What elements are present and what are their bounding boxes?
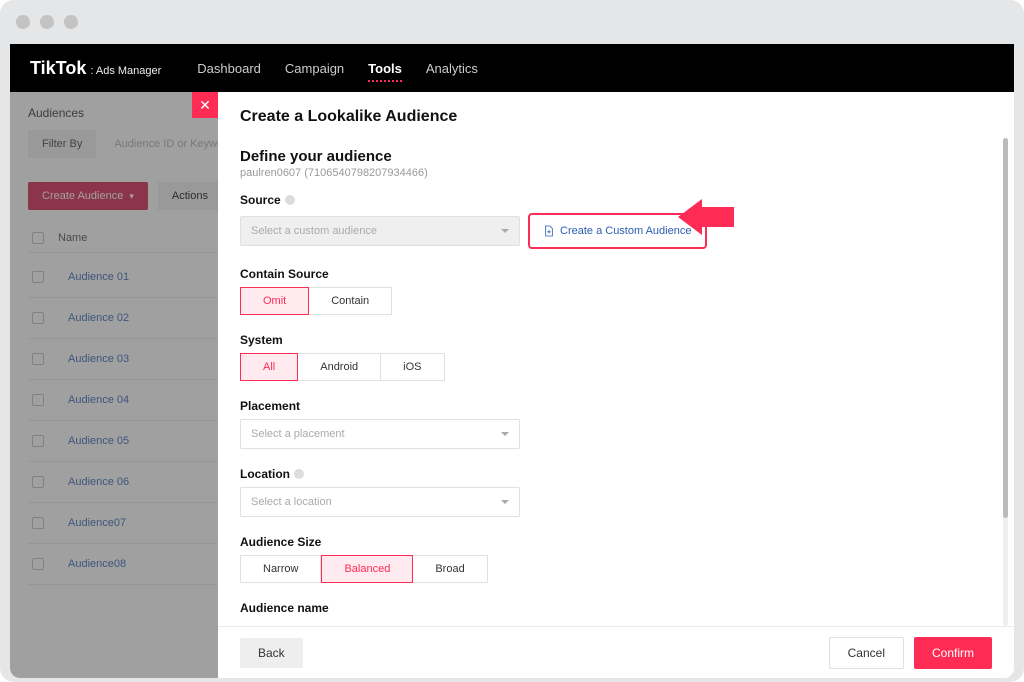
system-all-button[interactable]: All (240, 353, 298, 381)
traffic-maximize[interactable] (64, 15, 78, 29)
nav-dashboard[interactable]: Dashboard (197, 47, 261, 90)
callout-arrow-icon (678, 199, 734, 235)
location-select[interactable]: Select a location (240, 487, 520, 517)
scrollbar-thumb[interactable] (1003, 138, 1008, 518)
section-heading: Define your audience (240, 148, 992, 165)
system-label: System (240, 333, 992, 347)
source-select[interactable]: Select a custom audience (240, 216, 520, 246)
location-placeholder: Select a location (251, 496, 332, 508)
modal-title: Create a Lookalike Audience (218, 92, 1014, 138)
nav-tools[interactable]: Tools (368, 47, 402, 90)
cancel-button[interactable]: Cancel (829, 637, 904, 669)
contain-source-label: Contain Source (240, 267, 992, 281)
size-balanced-button[interactable]: Balanced (321, 555, 413, 583)
browser-titlebar (0, 0, 1024, 44)
traffic-minimize[interactable] (40, 15, 54, 29)
top-nav: TikTok : Ads Manager Dashboard Campaign … (10, 44, 1014, 92)
system-group: All Android iOS (240, 353, 992, 381)
source-row: Select a custom audience Create a Custom… (240, 213, 992, 249)
document-plus-icon (544, 225, 554, 237)
back-button[interactable]: Back (240, 638, 303, 668)
system-ios-button[interactable]: iOS (381, 353, 444, 381)
modal-body: Define your audience paulren0607 (710654… (218, 138, 1014, 626)
audience-name-label: Audience name (240, 601, 992, 615)
info-icon (285, 195, 295, 205)
footer-right: Cancel Confirm (829, 637, 992, 669)
audience-size-label: Audience Size (240, 535, 992, 549)
placement-label: Placement (240, 399, 992, 413)
nav-items: Dashboard Campaign Tools Analytics (197, 47, 478, 90)
size-broad-button[interactable]: Broad (413, 555, 487, 583)
browser-frame: TikTok : Ads Manager Dashboard Campaign … (0, 0, 1024, 682)
contain-contain-button[interactable]: Contain (309, 287, 392, 315)
nav-analytics[interactable]: Analytics (426, 47, 478, 90)
create-custom-label: Create a Custom Audience (560, 225, 691, 237)
modal-footer: Back Cancel Confirm (218, 626, 1014, 678)
contain-source-group: Omit Contain (240, 287, 992, 315)
chevron-down-icon (501, 500, 509, 504)
contain-omit-button[interactable]: Omit (240, 287, 309, 315)
placement-placeholder: Select a placement (251, 428, 345, 440)
chevron-down-icon (501, 229, 509, 233)
app-viewport: TikTok : Ads Manager Dashboard Campaign … (10, 44, 1014, 678)
close-icon: ✕ (199, 97, 211, 114)
chevron-down-icon (501, 432, 509, 436)
brand-name: TikTok (30, 58, 86, 79)
size-narrow-button[interactable]: Narrow (240, 555, 321, 583)
account-subtext: paulren0607 (7106540798207934466) (240, 167, 992, 179)
brand-suffix: : Ads Manager (90, 65, 161, 77)
placement-select[interactable]: Select a placement (240, 419, 520, 449)
traffic-close[interactable] (16, 15, 30, 29)
close-button[interactable]: ✕ (192, 92, 218, 118)
source-placeholder: Select a custom audience (251, 225, 377, 237)
audience-size-group: Narrow Balanced Broad (240, 555, 992, 583)
system-android-button[interactable]: Android (298, 353, 381, 381)
location-label: Location (240, 467, 992, 481)
info-icon (294, 469, 304, 479)
lookalike-modal: ✕ Create a Lookalike Audience Define you… (218, 92, 1014, 678)
source-label: Source (240, 193, 992, 207)
nav-campaign[interactable]: Campaign (285, 47, 344, 90)
confirm-button[interactable]: Confirm (914, 637, 992, 669)
brand-logo: TikTok : Ads Manager (30, 58, 161, 79)
